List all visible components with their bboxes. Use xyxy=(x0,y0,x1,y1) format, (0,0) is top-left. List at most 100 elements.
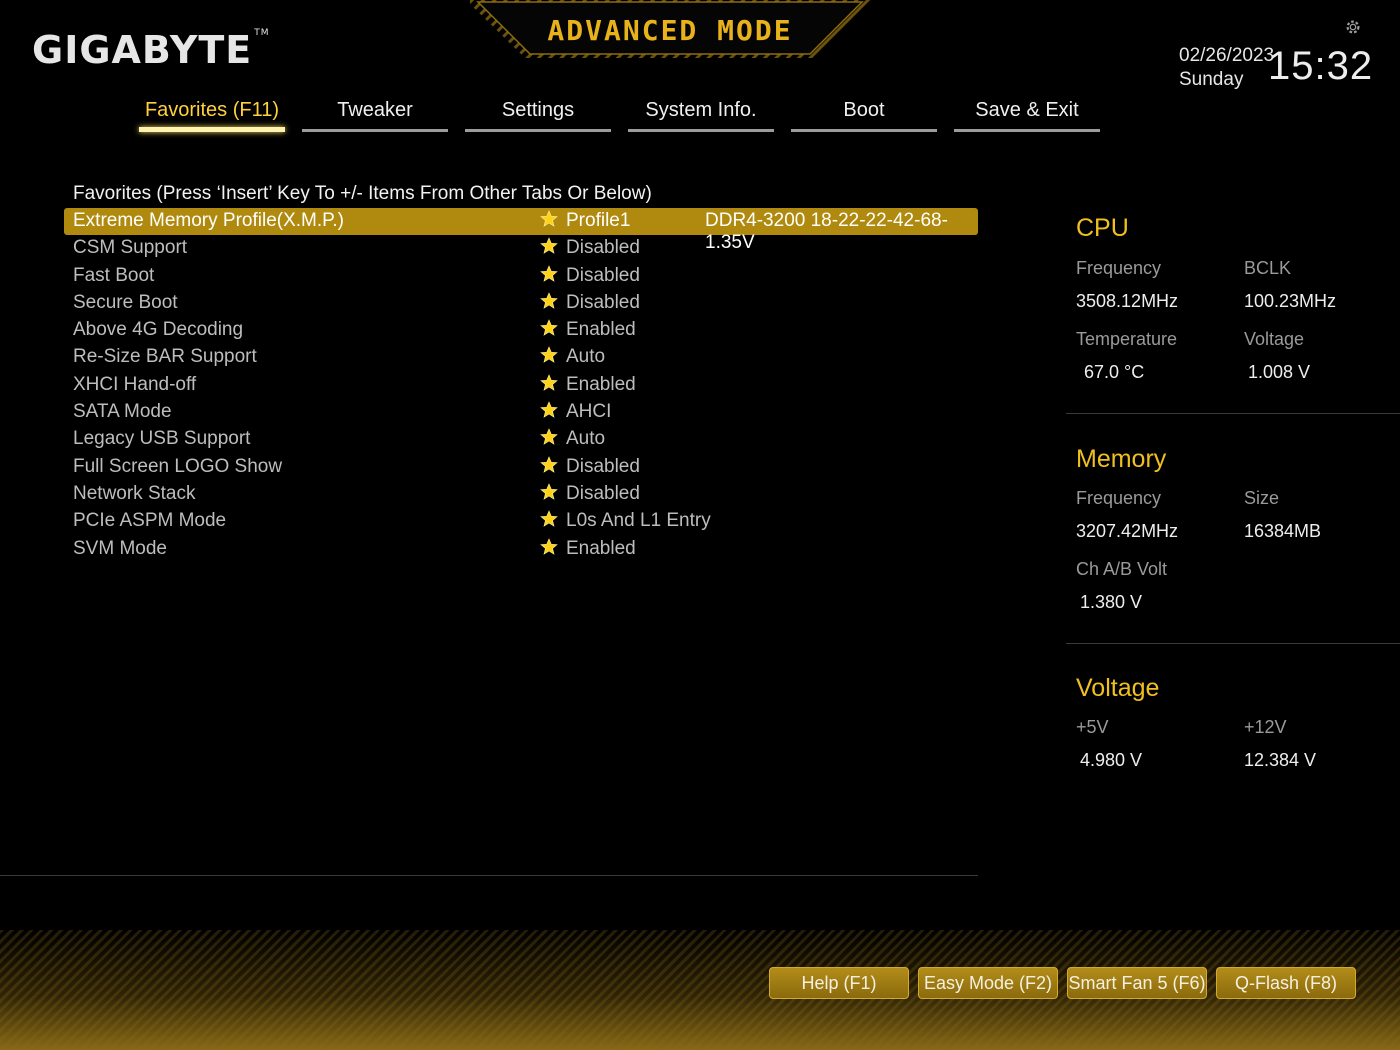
setting-name: Network Stack xyxy=(73,482,196,504)
cpu-temperature-label: Temperature xyxy=(1076,329,1178,349)
star-icon[interactable] xyxy=(540,210,558,228)
setting-value[interactable]: AHCI xyxy=(566,401,611,423)
tab-label: System Info. xyxy=(645,99,757,121)
q-flash-button[interactable]: Q-Flash (F8) xyxy=(1216,967,1356,999)
date-display: 02/26/2023 Sunday xyxy=(1179,44,1274,92)
weekday-text: Sunday xyxy=(1179,69,1244,90)
star-icon[interactable] xyxy=(540,483,558,501)
memory-volt-label: Ch A/B Volt xyxy=(1076,559,1168,579)
star-icon[interactable] xyxy=(540,428,558,446)
content-divider xyxy=(0,875,978,876)
favorite-row[interactable]: PCIe ASPM Mode L0s And L1 Entry xyxy=(64,508,978,535)
cpu-bclk-value: 100.23MHz xyxy=(1244,291,1337,311)
tab-system-info[interactable]: System Info. xyxy=(628,96,774,134)
gear-icon[interactable] xyxy=(1344,18,1362,36)
setting-value[interactable]: Auto xyxy=(566,428,605,450)
setting-value[interactable]: Disabled xyxy=(566,265,640,287)
star-icon[interactable] xyxy=(540,401,558,419)
setting-name: PCIe ASPM Mode xyxy=(73,510,227,532)
setting-value[interactable]: Disabled xyxy=(566,237,640,259)
setting-value[interactable]: Disabled xyxy=(566,292,640,314)
favorite-row[interactable]: Full Screen LOGO Show Disabled xyxy=(64,454,978,481)
favorite-row[interactable]: XHCI Hand-off Enabled xyxy=(64,372,978,399)
easy-mode-button[interactable]: Easy Mode (F2) xyxy=(918,967,1058,999)
tab-label: Tweaker xyxy=(337,99,413,121)
mode-banner: ADVANCED MODE xyxy=(470,0,870,62)
setting-value[interactable]: Disabled xyxy=(566,483,640,505)
setting-value[interactable]: Profile1 xyxy=(566,210,630,232)
star-icon[interactable] xyxy=(540,346,558,364)
voltage-title: Voltage xyxy=(1076,674,1160,702)
cpu-frequency-label: Frequency xyxy=(1076,258,1162,278)
voltage-5v-label: +5V xyxy=(1076,717,1109,737)
star-icon[interactable] xyxy=(540,292,558,310)
favorite-row[interactable]: Above 4G Decoding Enabled xyxy=(64,317,978,344)
setting-name: Secure Boot xyxy=(73,291,178,313)
tab-label: Save & Exit xyxy=(975,99,1079,121)
memory-frequency-value: 3207.42MHz xyxy=(1076,521,1179,541)
tab-underline xyxy=(139,127,285,132)
mode-title: ADVANCED MODE xyxy=(547,14,793,47)
memory-title: Memory xyxy=(1076,445,1167,473)
tab-label: Boot xyxy=(843,99,885,121)
tab-underline xyxy=(628,129,774,132)
star-icon[interactable] xyxy=(540,237,558,255)
star-icon[interactable] xyxy=(540,537,558,556)
setting-name: Above 4G Decoding xyxy=(73,319,244,341)
panel-divider xyxy=(1066,643,1400,644)
memory-size-label: Size xyxy=(1244,488,1280,508)
favorite-row[interactable]: Secure Boot Disabled xyxy=(64,290,978,317)
memory-volt-value: 1.380 V xyxy=(1080,592,1143,612)
tab-underline xyxy=(302,129,448,132)
tab-save-exit[interactable]: Save & Exit xyxy=(954,96,1100,134)
favorite-row[interactable]: Network Stack Disabled xyxy=(64,481,978,508)
favorite-row[interactable]: SVM Mode Enabled xyxy=(64,536,978,563)
setting-value[interactable]: Enabled xyxy=(566,319,636,341)
setting-name: CSM Support xyxy=(73,237,188,259)
star-icon[interactable] xyxy=(540,319,558,337)
voltage-5v-value: 4.980 V xyxy=(1080,750,1143,770)
smart-fan-button[interactable]: Smart Fan 5 (F6) xyxy=(1067,967,1207,999)
tab-underline xyxy=(954,129,1100,132)
voltage-12v-value: 12.384 V xyxy=(1244,750,1317,770)
tab-tweaker[interactable]: Tweaker xyxy=(302,96,448,134)
cpu-voltage-label: Voltage xyxy=(1244,329,1305,349)
favorite-row[interactable]: SATA Mode AHCI xyxy=(64,399,978,426)
setting-name: SATA Mode xyxy=(73,401,172,423)
favorite-row[interactable]: Re-Size BAR Support Auto xyxy=(64,344,978,371)
setting-name: XHCI Hand-off xyxy=(73,373,197,395)
setting-name: Fast Boot xyxy=(73,264,155,286)
tab-settings[interactable]: Settings xyxy=(465,96,611,134)
favorite-row[interactable]: Fast Boot Disabled xyxy=(64,263,978,290)
setting-name: Re-Size BAR Support xyxy=(73,346,257,368)
favorite-row[interactable]: Legacy USB Support Auto xyxy=(64,426,978,453)
star-icon[interactable] xyxy=(540,455,558,474)
tab-underline xyxy=(791,129,937,132)
setting-name: Legacy USB Support xyxy=(73,428,251,450)
tab-label: Favorites (F11) xyxy=(144,99,280,121)
cpu-bclk-label: BCLK xyxy=(1244,258,1292,278)
tab-underline xyxy=(465,129,611,132)
tab-favorites[interactable]: Favorites (F11) xyxy=(139,96,285,134)
setting-value[interactable]: L0s And L1 Entry xyxy=(566,510,711,532)
memory-frequency-label: Frequency xyxy=(1076,488,1162,508)
tab-boot[interactable]: Boot xyxy=(791,96,937,134)
star-icon[interactable] xyxy=(540,374,558,392)
panel-divider xyxy=(1066,413,1400,414)
trademark: TM xyxy=(254,28,270,38)
star-icon[interactable] xyxy=(540,510,558,528)
brand-name: GIGABYTE xyxy=(32,28,253,72)
favorite-row[interactable]: CSM Support Disabled xyxy=(64,235,978,262)
memory-size-value: 16384MB xyxy=(1244,521,1322,541)
favorites-header: Favorites (Press ‘Insert’ Key To +/- Ite… xyxy=(73,183,652,204)
setting-value[interactable]: Disabled xyxy=(566,456,640,478)
date-text: 02/26/2023 xyxy=(1179,45,1275,66)
setting-value[interactable]: Enabled xyxy=(566,538,636,560)
setting-value[interactable]: Auto xyxy=(566,346,605,368)
star-icon[interactable] xyxy=(540,264,558,283)
setting-value[interactable]: Enabled xyxy=(566,374,636,396)
cpu-frequency-value: 3508.12MHz xyxy=(1076,291,1179,311)
setting-name: Full Screen LOGO Show xyxy=(73,455,283,477)
help-button[interactable]: Help (F1) xyxy=(769,967,909,999)
favorite-row[interactable]: Extreme Memory Profile(X.M.P.) Profile1 DD… xyxy=(64,208,978,253)
